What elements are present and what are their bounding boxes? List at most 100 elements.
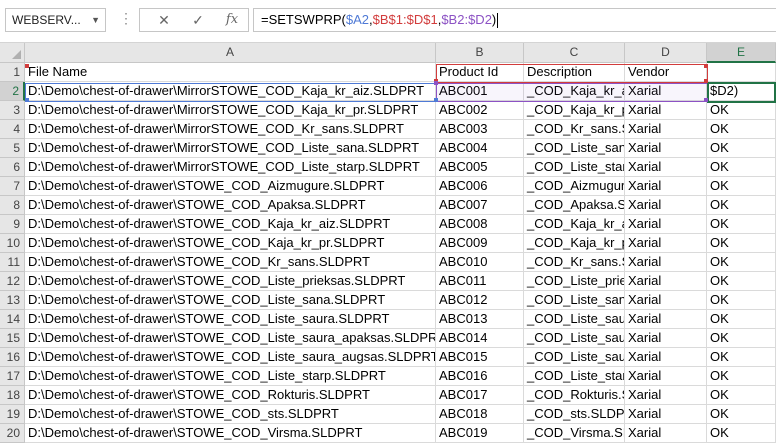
cell-d13[interactable]: Xarial: [625, 291, 707, 310]
cell-c19[interactable]: _COD_sts.SLDPRT: [524, 405, 625, 424]
close-icon[interactable]: ✕: [152, 10, 176, 30]
cell-a6[interactable]: D:\Demo\chest-of-drawer\MirrorSTOWE_COD_…: [25, 158, 436, 177]
cell-a17[interactable]: D:\Demo\chest-of-drawer\STOWE_COD_Liste_…: [25, 367, 436, 386]
cell-a8[interactable]: D:\Demo\chest-of-drawer\STOWE_COD_Apaksa…: [25, 196, 436, 215]
column-header-e[interactable]: E: [707, 43, 776, 63]
cell-e18[interactable]: OK: [707, 386, 776, 405]
cell-b2[interactable]: ABC001: [436, 82, 524, 101]
cell-a13[interactable]: D:\Demo\chest-of-drawer\STOWE_COD_Liste_…: [25, 291, 436, 310]
cell-b9[interactable]: ABC008: [436, 215, 524, 234]
cell-d10[interactable]: Xarial: [625, 234, 707, 253]
cell-c9[interactable]: _COD_Kaja_kr_aiz: [524, 215, 625, 234]
cell-b12[interactable]: ABC011: [436, 272, 524, 291]
row-header[interactable]: 1: [0, 63, 25, 82]
cell-d3[interactable]: Xarial: [625, 101, 707, 120]
cell-d14[interactable]: Xarial: [625, 310, 707, 329]
cell-c2[interactable]: _COD_Kaja_kr_aiz: [524, 82, 625, 101]
cell-a20[interactable]: D:\Demo\chest-of-drawer\STOWE_COD_Virsma…: [25, 424, 436, 443]
column-header-c[interactable]: C: [524, 43, 625, 63]
cell-d19[interactable]: Xarial: [625, 405, 707, 424]
cell-b8[interactable]: ABC007: [436, 196, 524, 215]
cell-c16[interactable]: _COD_Liste_saura: [524, 348, 625, 367]
cell-e5[interactable]: OK: [707, 139, 776, 158]
cell-d16[interactable]: Xarial: [625, 348, 707, 367]
cell-e8[interactable]: OK: [707, 196, 776, 215]
cell-c18[interactable]: _COD_Rokturis.SLDPRT: [524, 386, 625, 405]
cell-d6[interactable]: Xarial: [625, 158, 707, 177]
name-box[interactable]: WEBSERV... ▼: [5, 8, 106, 32]
row-header[interactable]: 8: [0, 196, 25, 215]
cell-b4[interactable]: ABC003: [436, 120, 524, 139]
cell-b5[interactable]: ABC004: [436, 139, 524, 158]
cell-a9[interactable]: D:\Demo\chest-of-drawer\STOWE_COD_Kaja_k…: [25, 215, 436, 234]
cell-e14[interactable]: OK: [707, 310, 776, 329]
cell-d5[interactable]: Xarial: [625, 139, 707, 158]
cell-b20[interactable]: ABC019: [436, 424, 524, 443]
formula-input[interactable]: =SETSWPRP($A2,$B$1:$D$1,$B2:$D2): [253, 8, 776, 32]
cell-b7[interactable]: ABC006: [436, 177, 524, 196]
cell-a11[interactable]: D:\Demo\chest-of-drawer\STOWE_COD_Kr_san…: [25, 253, 436, 272]
cell-e11[interactable]: OK: [707, 253, 776, 272]
cell-b1[interactable]: Product Id: [436, 63, 524, 82]
cell-e7[interactable]: OK: [707, 177, 776, 196]
row-header[interactable]: 18: [0, 386, 25, 405]
check-icon[interactable]: ✓: [186, 10, 210, 30]
row-header[interactable]: 17: [0, 367, 25, 386]
column-header-d[interactable]: D: [625, 43, 707, 63]
cell-c17[interactable]: _COD_Liste_starp: [524, 367, 625, 386]
row-header[interactable]: 2: [0, 82, 25, 101]
cell-e6[interactable]: OK: [707, 158, 776, 177]
cell-a7[interactable]: D:\Demo\chest-of-drawer\STOWE_COD_Aizmug…: [25, 177, 436, 196]
cell-d20[interactable]: Xarial: [625, 424, 707, 443]
cell-a5[interactable]: D:\Demo\chest-of-drawer\MirrorSTOWE_COD_…: [25, 139, 436, 158]
cell-a3[interactable]: D:\Demo\chest-of-drawer\MirrorSTOWE_COD_…: [25, 101, 436, 120]
cell-a1[interactable]: File Name: [25, 63, 436, 82]
cell-a10[interactable]: D:\Demo\chest-of-drawer\STOWE_COD_Kaja_k…: [25, 234, 436, 253]
more-options-icon[interactable]: ⋮: [119, 10, 133, 27]
row-header[interactable]: 15: [0, 329, 25, 348]
cell-c1[interactable]: Description: [524, 63, 625, 82]
cell-a18[interactable]: D:\Demo\chest-of-drawer\STOWE_COD_Roktur…: [25, 386, 436, 405]
cell-d12[interactable]: Xarial: [625, 272, 707, 291]
cell-e2[interactable]: $D2): [707, 82, 776, 101]
row-header[interactable]: 9: [0, 215, 25, 234]
cell-c5[interactable]: _COD_Liste_sana: [524, 139, 625, 158]
cell-d2[interactable]: Xarial: [625, 82, 707, 101]
cell-c8[interactable]: _COD_Apaksa.SLDPRT: [524, 196, 625, 215]
column-header-b[interactable]: B: [436, 43, 524, 63]
cell-c11[interactable]: _COD_Kr_sans.SLDPRT: [524, 253, 625, 272]
cell-d8[interactable]: Xarial: [625, 196, 707, 215]
cell-a14[interactable]: D:\Demo\chest-of-drawer\STOWE_COD_Liste_…: [25, 310, 436, 329]
cell-b17[interactable]: ABC016: [436, 367, 524, 386]
cell-d17[interactable]: Xarial: [625, 367, 707, 386]
cell-a2[interactable]: D:\Demo\chest-of-drawer\MirrorSTOWE_COD_…: [25, 82, 436, 101]
cell-a12[interactable]: D:\Demo\chest-of-drawer\STOWE_COD_Liste_…: [25, 272, 436, 291]
cell-c7[interactable]: _COD_Aizmugure: [524, 177, 625, 196]
column-header-a[interactable]: A: [25, 43, 436, 63]
cell-e20[interactable]: OK: [707, 424, 776, 443]
cell-a16[interactable]: D:\Demo\chest-of-drawer\STOWE_COD_Liste_…: [25, 348, 436, 367]
select-all-button[interactable]: [0, 43, 25, 63]
cell-b6[interactable]: ABC005: [436, 158, 524, 177]
row-header[interactable]: 10: [0, 234, 25, 253]
cell-c10[interactable]: _COD_Kaja_kr_pr: [524, 234, 625, 253]
row-header[interactable]: 4: [0, 120, 25, 139]
cell-c6[interactable]: _COD_Liste_starp: [524, 158, 625, 177]
row-header[interactable]: 5: [0, 139, 25, 158]
cell-d1[interactable]: Vendor: [625, 63, 707, 82]
cell-d11[interactable]: Xarial: [625, 253, 707, 272]
cell-c15[interactable]: _COD_Liste_saura: [524, 329, 625, 348]
row-header[interactable]: 3: [0, 101, 25, 120]
cell-e16[interactable]: OK: [707, 348, 776, 367]
cell-c12[interactable]: _COD_Liste_prieksas: [524, 272, 625, 291]
cell-c4[interactable]: _COD_Kr_sans.SLDPRT: [524, 120, 625, 139]
cell-a4[interactable]: D:\Demo\chest-of-drawer\MirrorSTOWE_COD_…: [25, 120, 436, 139]
cell-e1[interactable]: [707, 63, 776, 82]
insert-function-button[interactable]: fx: [220, 10, 244, 30]
cell-b10[interactable]: ABC009: [436, 234, 524, 253]
cell-b19[interactable]: ABC018: [436, 405, 524, 424]
row-header[interactable]: 16: [0, 348, 25, 367]
cell-c14[interactable]: _COD_Liste_saura: [524, 310, 625, 329]
row-header[interactable]: 6: [0, 158, 25, 177]
chevron-down-icon[interactable]: ▼: [91, 9, 100, 31]
